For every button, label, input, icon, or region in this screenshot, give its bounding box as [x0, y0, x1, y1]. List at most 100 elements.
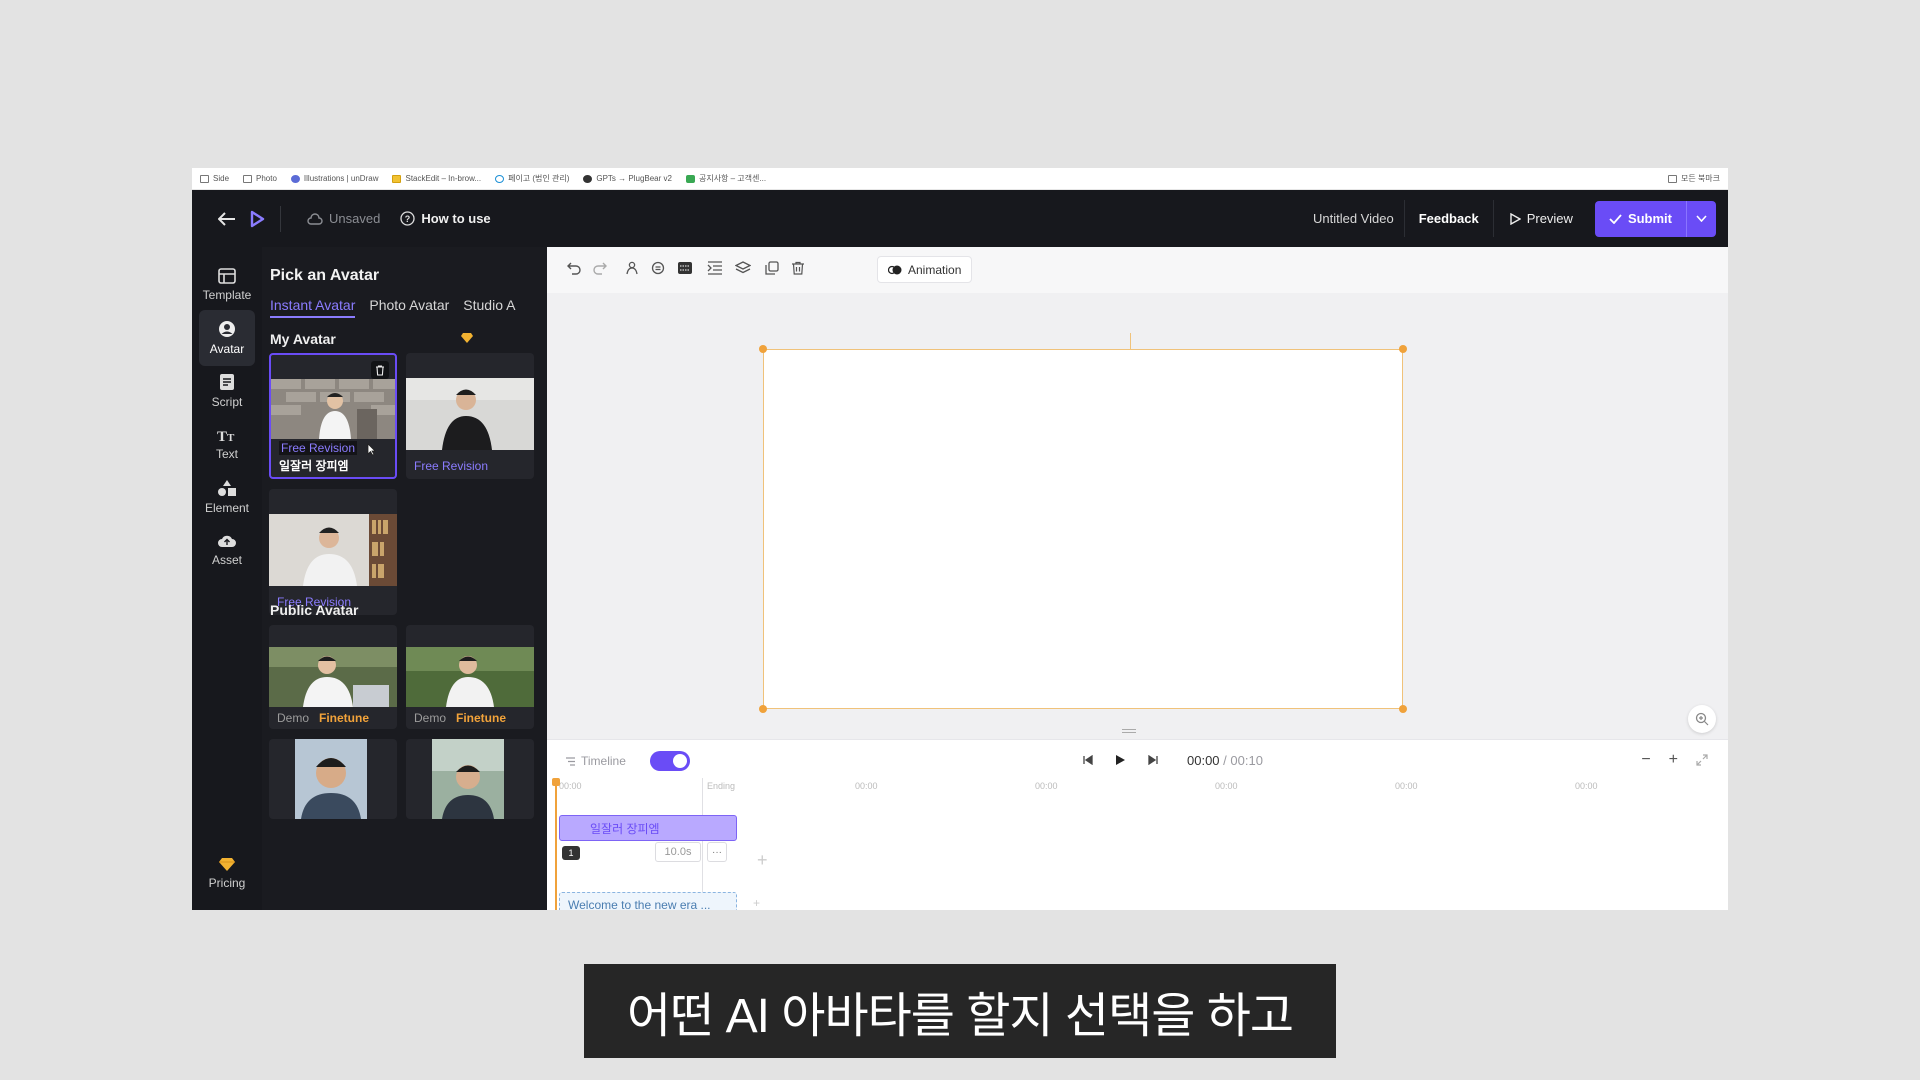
submit-dropdown-button[interactable] [1686, 200, 1716, 237]
avatar-clip[interactable]: 일잘러 장피엠 [559, 815, 737, 841]
resize-handle-tl[interactable] [759, 345, 767, 353]
tab-instant-avatar[interactable]: Instant Avatar [270, 297, 356, 318]
preview-button[interactable]: Preview [1494, 211, 1595, 226]
resize-handle-tr[interactable] [1399, 345, 1407, 353]
public-avatar-card[interactable] [406, 739, 534, 819]
add-scene-icon[interactable]: + [757, 850, 768, 871]
ruler-tick: 00:00 [1395, 781, 1418, 791]
script-clip[interactable]: Welcome to the new era ... [559, 892, 737, 910]
public-avatar-card[interactable] [269, 739, 397, 819]
bookmark-all[interactable]: 모든 북마크 [1667, 173, 1720, 184]
time-readout: 00:00 / 00:10 [1187, 753, 1263, 768]
nav-avatar[interactable]: Avatar [199, 310, 255, 366]
avatar-icon [219, 321, 235, 337]
submit-button[interactable]: Submit [1595, 201, 1686, 237]
chevron-down-icon [1696, 215, 1707, 222]
scene-number-badge: 1 [562, 846, 580, 860]
bookmark-stackedit[interactable]: StackEdit – In-brow... [392, 174, 481, 183]
tab-photo-avatar[interactable]: Photo Avatar [369, 297, 449, 318]
redo-icon[interactable] [593, 261, 607, 275]
public-avatar-card[interactable]: Demo Finetune [406, 625, 534, 729]
avatar-thumbnail [406, 378, 534, 450]
replace-icon[interactable] [651, 261, 665, 275]
back-arrow-icon[interactable] [218, 211, 236, 226]
duplicate-icon[interactable] [765, 261, 779, 275]
skip-forward-icon[interactable] [1148, 755, 1158, 765]
nav-pricing[interactable]: Pricing [199, 845, 255, 901]
free-revision-badge: Free Revision [279, 441, 358, 455]
bookmark-notice[interactable]: 공지사항 – 고객센... [685, 173, 766, 184]
expand-icon[interactable] [1696, 754, 1708, 766]
free-revision-badge: Free Revision [414, 459, 489, 473]
person-icon[interactable] [625, 261, 639, 275]
resize-handle-br[interactable] [1399, 705, 1407, 713]
my-avatar-card[interactable]: Free Revision [406, 353, 534, 479]
bookmark-side[interactable]: Side [200, 174, 229, 183]
zoom-out-icon[interactable]: − [1641, 751, 1650, 769]
public-avatar-heading: Public Avatar [270, 602, 359, 618]
folder-icon [1667, 174, 1677, 183]
bookmark-paygo[interactable]: 페이고 (법인 관리) [495, 173, 569, 184]
video-title[interactable]: Untitled Video [1303, 211, 1404, 226]
bookmark-photo[interactable]: Photo [243, 174, 277, 183]
how-to-use-button[interactable]: ? How to use [400, 211, 491, 226]
gpt-icon [583, 174, 593, 183]
playback-controls [1083, 754, 1158, 766]
add-script-icon[interactable]: + [753, 896, 760, 910]
play-icon[interactable] [1115, 754, 1126, 766]
header-actions: Untitled Video Feedback Preview Submit [1303, 200, 1716, 237]
diamond-icon [219, 857, 235, 871]
timeline-label: Timeline [565, 754, 626, 768]
bookmark-undraw[interactable]: Illustrations | unDraw [290, 174, 378, 183]
public-avatar-card[interactable]: Demo Finetune [269, 625, 397, 729]
timeline-panel: Timeline 00:00 / 00:10 − + 00:00 Ending … [547, 739, 1728, 910]
avatar-name: 일잘러 장피엠 [279, 459, 349, 473]
my-avatar-card[interactable]: Free Revision 일잘러 장피엠 [269, 353, 397, 479]
tab-studio-avatar[interactable]: Studio A [463, 297, 515, 318]
feedback-button[interactable]: Feedback [1403, 200, 1494, 237]
delete-avatar-button[interactable] [371, 361, 389, 379]
animation-button[interactable]: Animation [877, 256, 973, 283]
nav-element[interactable]: Element [199, 469, 255, 525]
ruler-start: 00:00 [559, 781, 582, 791]
caption-icon[interactable] [677, 261, 693, 275]
stackedit-icon [392, 174, 402, 183]
scene-more-button[interactable]: ··· [707, 842, 727, 862]
zoom-fit-button[interactable] [1688, 705, 1716, 733]
app-header: Unsaved ? How to use Untitled Video Feed… [192, 190, 1728, 247]
layers-icon[interactable] [735, 261, 751, 275]
align-icon[interactable] [707, 261, 723, 275]
trash-icon[interactable] [791, 261, 805, 275]
resize-grip[interactable] [1122, 729, 1136, 733]
undraw-icon [290, 174, 300, 183]
check-icon [1609, 213, 1622, 224]
playhead[interactable] [552, 778, 560, 910]
avatar-tabs: Instant Avatar Photo Avatar Studio A [270, 297, 515, 318]
my-avatar-card[interactable]: Free Revision [269, 489, 397, 615]
bookmark-gpts[interactable]: GPTs → PlugBear v2 [583, 174, 672, 183]
bookmarks-bar: Side Photo Illustrations | unDraw StackE… [192, 168, 1728, 190]
zoom-in-icon[interactable]: + [1669, 751, 1678, 769]
svg-text:?: ? [405, 214, 411, 224]
notice-icon [685, 174, 695, 183]
zoom-icon [1695, 712, 1709, 726]
nav-text[interactable]: TT Text [199, 416, 255, 472]
avatar-thumbnail [269, 514, 397, 586]
resize-handle-bl[interactable] [759, 705, 767, 713]
nav-asset[interactable]: Asset [199, 522, 255, 578]
app-window: Side Photo Illustrations | unDraw StackE… [192, 168, 1728, 910]
demo-label: Demo [414, 711, 447, 725]
folder-icon [200, 174, 209, 183]
video-canvas[interactable] [759, 345, 1407, 713]
scene-duration[interactable]: 10.0s [655, 842, 701, 862]
nav-script[interactable]: Script [199, 363, 255, 419]
ruler-tick: 00:00 [1575, 781, 1598, 791]
canvas-stage [547, 293, 1728, 739]
timeline-toggle[interactable] [650, 751, 690, 771]
nav-template[interactable]: Template [199, 257, 255, 313]
cloud-icon [307, 212, 323, 225]
timeline-icon [566, 756, 575, 766]
play-logo-icon[interactable] [248, 210, 266, 228]
undo-icon[interactable] [567, 261, 581, 275]
skip-back-icon[interactable] [1083, 755, 1093, 765]
